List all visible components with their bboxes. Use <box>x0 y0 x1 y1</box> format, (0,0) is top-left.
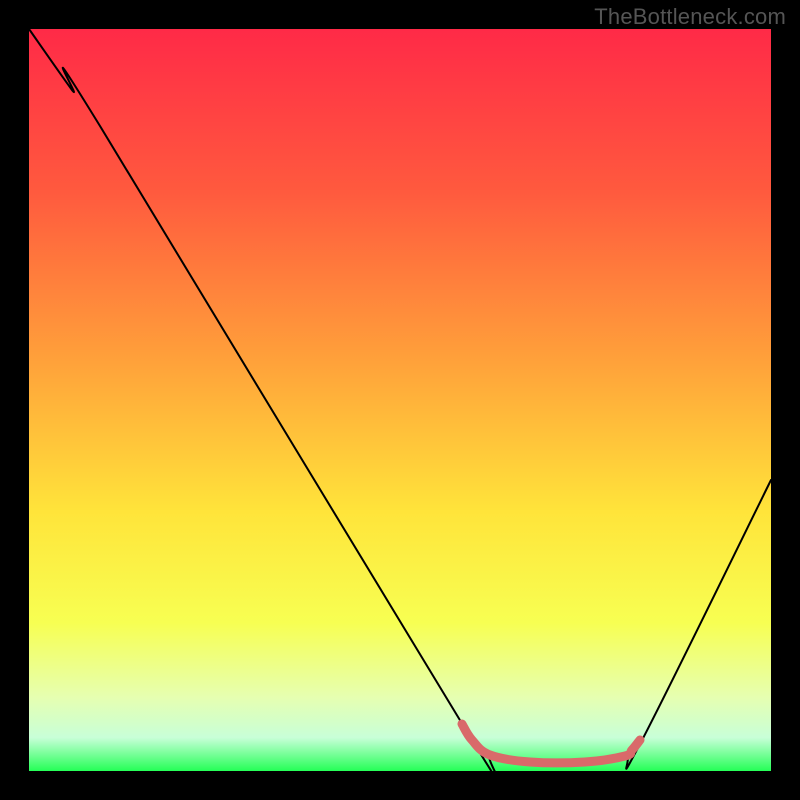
chart-frame: { "watermark": "TheBottleneck.com", "cha… <box>0 0 800 800</box>
plot-background <box>29 29 771 771</box>
chart-svg <box>0 0 800 800</box>
watermark-text: TheBottleneck.com <box>594 4 786 30</box>
